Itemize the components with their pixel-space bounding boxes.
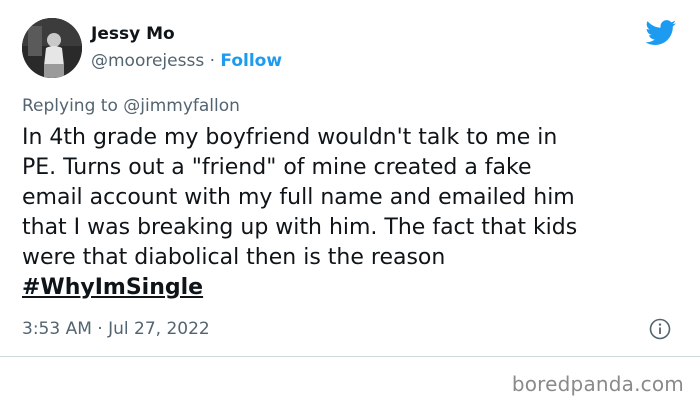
avatar[interactable] bbox=[22, 18, 82, 78]
separator-dot: · bbox=[209, 51, 216, 71]
tweet-line: email account with my full name and emai… bbox=[22, 185, 575, 210]
tweet-timestamp[interactable]: 3:53 AM · Jul 27, 2022 bbox=[22, 319, 210, 339]
tweet-line: PE. Turns out a "friend" of mine created… bbox=[22, 155, 532, 180]
watermark: boredpanda.com bbox=[511, 372, 684, 396]
tweet-text: In 4th grade my boyfriend wouldn't talk … bbox=[22, 123, 682, 303]
reply-target-link[interactable]: @jimmyfallon bbox=[123, 96, 240, 116]
tweet-line: In 4th grade my boyfriend wouldn't talk … bbox=[22, 125, 558, 150]
reply-prefix: Replying to bbox=[22, 96, 118, 116]
divider bbox=[0, 356, 700, 357]
author-handle[interactable]: @moorejesss bbox=[91, 51, 204, 71]
hashtag-link[interactable]: #WhyImSingle bbox=[22, 275, 203, 300]
info-icon[interactable] bbox=[649, 318, 671, 340]
tweet-card: Jessy Mo @moorejesss · Follow Replying t… bbox=[0, 0, 700, 410]
author-handle-row: @moorejesss · Follow bbox=[91, 51, 282, 71]
tweet-line: were that diabolical then is the reason bbox=[22, 245, 446, 270]
twitter-bird-icon[interactable] bbox=[645, 20, 677, 46]
follow-button[interactable]: Follow bbox=[220, 51, 282, 71]
reply-context: Replying to @jimmyfallon bbox=[22, 96, 240, 116]
author-name[interactable]: Jessy Mo bbox=[91, 24, 175, 44]
tweet-line: that I was breaking up with him. The fac… bbox=[22, 215, 578, 240]
